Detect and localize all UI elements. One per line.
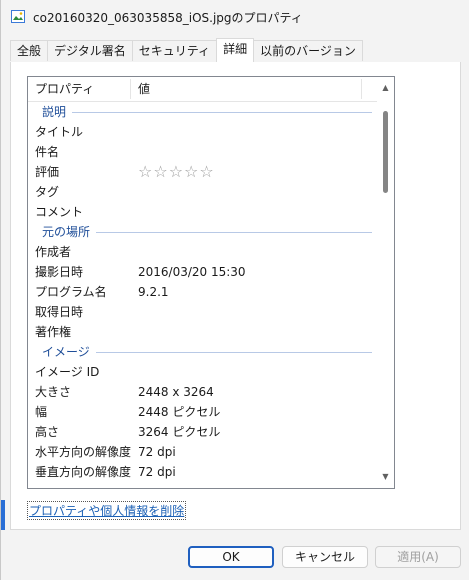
property-name: 高さ xyxy=(35,425,60,439)
property-name: 垂直方向の解像度 xyxy=(35,465,132,479)
group-description: 説明 xyxy=(28,102,378,122)
tab-details[interactable]: 詳細 xyxy=(216,38,255,62)
group-label: 元の場所 xyxy=(42,222,97,242)
property-value: 2448 ピクセル xyxy=(138,405,221,419)
property-name: 撮影日時 xyxy=(35,265,84,279)
list-item[interactable]: 垂直方向の解像度 72 dpi xyxy=(28,462,378,482)
list-item[interactable]: 高さ 3264 ピクセル xyxy=(28,422,378,442)
apply-button[interactable]: 適用(A) xyxy=(375,546,461,568)
property-name: プログラム名 xyxy=(35,285,107,299)
properties-window: co20160320_063035858_iOS.jpgのプロパティ 全般 デジ… xyxy=(0,0,469,580)
property-name: 幅 xyxy=(35,405,48,419)
ok-button[interactable]: OK xyxy=(188,546,274,568)
property-name: イメージ ID xyxy=(35,365,100,379)
list-item[interactable]: 撮影日時 2016/03/20 15:30 xyxy=(28,262,378,282)
list-item[interactable]: 大きさ 2448 x 3264 xyxy=(28,382,378,402)
tab-security[interactable]: セキュリティ xyxy=(131,40,218,61)
remove-properties-link[interactable]: プロパティや個人情報を削除 xyxy=(27,501,187,520)
group-label: 説明 xyxy=(42,102,73,122)
list-item[interactable]: 幅 2448 ピクセル xyxy=(28,402,378,422)
property-name: 取得日時 xyxy=(35,305,84,319)
vertical-scrollbar[interactable]: ▲ ▼ xyxy=(377,77,394,488)
dialog-footer: OK キャンセル 適用(A) xyxy=(1,530,469,580)
group-divider xyxy=(42,112,372,113)
tab-previous-versions[interactable]: 以前のバージョン xyxy=(253,40,363,61)
scroll-down-arrow-icon[interactable]: ▼ xyxy=(377,470,394,484)
property-value: 72 dpi xyxy=(138,445,176,459)
property-name: タグ xyxy=(35,185,60,199)
list-item[interactable]: プログラム名 9.2.1 xyxy=(28,282,378,302)
group-label: イメージ xyxy=(42,342,96,362)
column-header-property[interactable]: プロパティ xyxy=(35,77,94,101)
list-item[interactable]: 作成者 xyxy=(28,242,378,262)
list-item[interactable]: 水平方向の解像度 72 dpi xyxy=(28,442,378,462)
tab-general[interactable]: 全般 xyxy=(10,40,49,61)
tab-digital-signatures[interactable]: デジタル署名 xyxy=(47,40,133,61)
property-value: 2448 x 3264 xyxy=(138,385,214,399)
scroll-thumb[interactable] xyxy=(383,111,388,193)
property-name: 作成者 xyxy=(35,245,72,259)
list-item[interactable]: 評価 ☆☆☆☆☆ xyxy=(28,162,378,182)
property-name: 大きさ xyxy=(35,385,72,399)
property-value: 3264 ピクセル xyxy=(138,425,221,439)
tab-strip: 全般 デジタル署名 セキュリティ 詳細 以前のバージョン xyxy=(10,38,461,63)
list-item[interactable]: イメージ ID xyxy=(28,362,378,382)
list-item[interactable]: タイトル xyxy=(28,122,378,142)
list-header: プロパティ 値 xyxy=(28,77,378,102)
details-panel: プロパティ 値 説明 タイトル 件名 評価 ☆☆☆☆☆ タグ コメント 元の場所… xyxy=(10,62,461,530)
property-value: 9.2.1 xyxy=(138,285,169,299)
group-origin: 元の場所 xyxy=(28,222,378,242)
property-name: タイトル xyxy=(35,125,84,139)
title-bar: co20160320_063035858_iOS.jpgのプロパティ xyxy=(1,0,469,34)
property-name: 著作権 xyxy=(35,325,72,339)
list-item[interactable]: コメント xyxy=(28,202,378,222)
property-name: 水平方向の解像度 xyxy=(35,445,132,459)
column-divider[interactable] xyxy=(361,79,362,99)
list-rows: 説明 タイトル 件名 評価 ☆☆☆☆☆ タグ コメント 元の場所 作成者 撮影日… xyxy=(28,102,378,482)
column-header-value[interactable]: 値 xyxy=(138,77,150,101)
window-title: co20160320_063035858_iOS.jpgのプロパティ xyxy=(33,11,303,25)
list-item[interactable]: 著作権 xyxy=(28,322,378,342)
column-divider[interactable] xyxy=(130,79,131,99)
cancel-button[interactable]: キャンセル xyxy=(282,546,368,568)
group-image: イメージ xyxy=(28,342,378,362)
image-file-icon xyxy=(11,10,25,23)
rating-stars-icon[interactable]: ☆☆☆☆☆ xyxy=(138,162,215,182)
property-name: 件名 xyxy=(35,145,60,159)
property-value: 72 dpi xyxy=(138,465,176,479)
property-value: 2016/03/20 15:30 xyxy=(138,265,246,279)
list-item[interactable]: 取得日時 xyxy=(28,302,378,322)
property-name: コメント xyxy=(35,205,84,219)
scroll-up-arrow-icon[interactable]: ▲ xyxy=(377,81,394,95)
property-name: 評価 xyxy=(35,165,60,179)
list-item[interactable]: 件名 xyxy=(28,142,378,162)
property-list[interactable]: プロパティ 値 説明 タイトル 件名 評価 ☆☆☆☆☆ タグ コメント 元の場所… xyxy=(27,76,395,489)
list-item[interactable]: タグ xyxy=(28,182,378,202)
